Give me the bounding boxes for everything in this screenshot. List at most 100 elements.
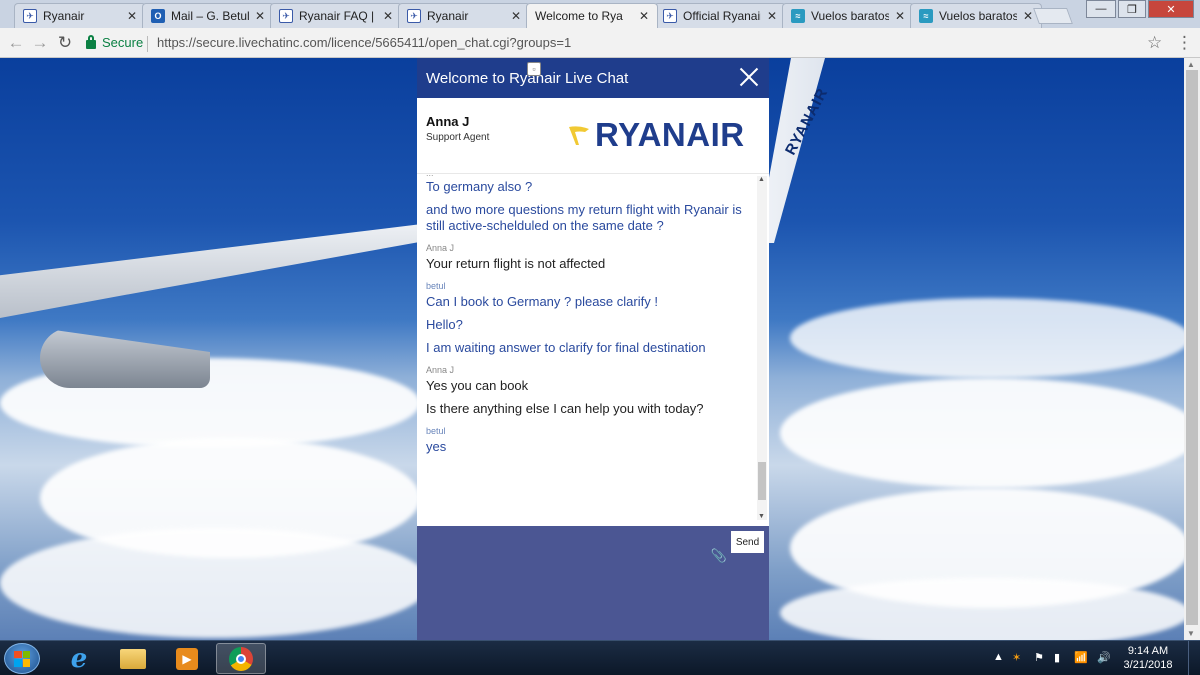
url-separator (147, 36, 148, 52)
bookmark-star-icon[interactable]: ☆ (1147, 33, 1162, 53)
back-arrow-icon[interactable]: ← (6, 33, 26, 53)
airplane-wing (0, 223, 430, 318)
scroll-down-arrow-icon[interactable]: ▼ (1187, 629, 1195, 638)
ryanair-icon: ✈ (23, 9, 37, 23)
message-author: betul (426, 426, 446, 436)
forward-arrow-icon[interactable]: → (30, 33, 50, 53)
page-scrollbar-thumb[interactable] (1186, 70, 1198, 625)
browser-tab[interactable]: ≈ Vuelos baratos ✕ (782, 3, 914, 28)
chat-scroll-down-icon[interactable]: ▼ (758, 513, 765, 520)
user-message: Can I book to Germany ? please clarify ! (426, 294, 658, 309)
tab-close-icon[interactable]: ✕ (381, 9, 395, 23)
action-center-flag-icon[interactable]: ⚑ (1034, 651, 1044, 664)
clock-date: 3/21/2018 (1123, 659, 1173, 671)
browser-tab[interactable]: ✈ Ryanair FAQ | Fr ✕ (270, 3, 402, 28)
chat-scroll-up-icon[interactable]: ▲ (758, 176, 765, 183)
vuelos-icon: ≈ (791, 9, 805, 23)
browser-tab[interactable]: O Mail – G. Betul A ✕ (142, 3, 274, 28)
lock-icon (86, 35, 96, 49)
secure-label: Secure (102, 35, 144, 50)
user-message: Hello? (426, 317, 463, 332)
message-input[interactable]: Send 📎 (417, 526, 769, 640)
tab-close-icon[interactable]: ✕ (893, 9, 907, 23)
signal-strength-icon[interactable]: 📶 (1074, 651, 1088, 664)
tab-label: Ryanair (427, 9, 469, 23)
user-message: To germany also ? (426, 179, 533, 194)
windows-logo-icon (14, 650, 30, 667)
ryanair-icon: ✈ (663, 9, 677, 23)
tab-label: Welcome to Rya (535, 9, 623, 23)
send-button[interactable]: Send (731, 531, 764, 553)
reload-icon[interactable]: ↻ (55, 33, 75, 53)
file-explorer-icon[interactable] (108, 643, 158, 674)
clock-time: 9:14 AM (1127, 645, 1169, 657)
address-bar[interactable]: https://secure.livechatinc.com/licence/5… (157, 35, 571, 50)
ryanair-icon: ✈ (279, 9, 293, 23)
tab-close-icon[interactable]: ✕ (125, 9, 139, 23)
tab-label: Ryanair FAQ | Fr (299, 9, 377, 23)
new-tab-button[interactable] (1033, 8, 1073, 24)
browser-tab[interactable]: ✈ Official Ryanair ✕ (654, 3, 786, 28)
scroll-up-arrow-icon[interactable]: ▲ (1187, 60, 1195, 69)
message-author: betul (426, 281, 446, 291)
system-clock[interactable]: 9:14 AM 3/21/2018 (1118, 644, 1178, 672)
chat-scrollbar-thumb[interactable] (758, 462, 766, 500)
window-close-button[interactable]: ✕ (1148, 0, 1194, 18)
vuelos-icon: ≈ (919, 9, 933, 23)
agent-message: Your return flight is not affected (426, 256, 606, 271)
tab-label: Official Ryanair (683, 9, 761, 23)
tab-label: Mail – G. Betul A (171, 9, 249, 23)
agent-message: Yes you can book (426, 378, 529, 393)
message-history[interactable]: ... To germany also ?and two more questi… (417, 174, 769, 526)
agent-role: Support Agent (426, 132, 490, 143)
tab-close-icon[interactable]: ✕ (253, 9, 267, 23)
user-message: yes (426, 439, 447, 454)
browser-tab[interactable]: ✈ Ryanair ✕ (14, 3, 146, 28)
browser-toolbar: ← → ↻ Secure https://secure.livechatinc.… (0, 28, 1200, 58)
message-author: Anna J (426, 365, 455, 375)
live-chat-window: Welcome to Ryanair Live Chat Anna J Supp… (417, 58, 769, 640)
logo-wordmark: RYANAIR (595, 116, 745, 153)
browser-menu-icon[interactable]: ⋮ (1176, 33, 1193, 53)
message-author: Anna J (426, 243, 455, 253)
agent-info: Anna J Support Agent RYANAIR (417, 98, 769, 174)
page-scrollbar[interactable]: ▲ ▼ (1184, 58, 1200, 640)
tab-close-icon[interactable]: ✕ (637, 9, 651, 23)
ryanair-icon: ✈ (407, 9, 421, 23)
tab-label: Ryanair (43, 9, 85, 23)
close-chat-icon[interactable] (739, 67, 759, 87)
tab-label: Vuelos baratos (939, 9, 1017, 23)
browser-tab[interactable]: ≈ Vuelos baratos ✕ (910, 3, 1042, 28)
start-button[interactable] (4, 643, 40, 674)
show-hidden-icons-icon[interactable]: ▲ (993, 651, 1004, 663)
tab-strip: ✈ Ryanair ✕ O Mail – G. Betul A ✕ ✈ Ryanair FAQ… (0, 0, 1200, 76)
chrome-icon[interactable] (216, 643, 266, 674)
internet-explorer-icon[interactable]: e (54, 643, 104, 674)
volume-icon[interactable]: 🔊 (1097, 651, 1111, 664)
user-message: I am waiting answer to clarify for final… (426, 340, 706, 355)
show-desktop-button[interactable] (1188, 641, 1200, 675)
attachment-clip-icon[interactable]: 📎 (711, 548, 727, 564)
airplane-engine (40, 328, 210, 388)
tab-close-icon[interactable]: ✕ (1021, 9, 1035, 23)
tab-close-icon[interactable]: ✕ (765, 9, 779, 23)
outlook-icon: O (151, 9, 165, 23)
page-icon: ▫ (527, 62, 541, 76)
tray-app-icon[interactable]: ✶ (1012, 651, 1021, 664)
media-player-icon[interactable]: ▶ (162, 643, 212, 674)
browser-tab[interactable]: ▫ Welcome to Rya ✕ (526, 3, 658, 76)
user-message: and two more questions my return flight … (426, 202, 742, 233)
agent-message: Is there anything else I can help you wi… (426, 401, 704, 416)
security-indicator[interactable]: Secure (86, 35, 143, 50)
taskbar: e ▶ ▲ ✶ ⚑ ▮ 📶 🔊 9:14 AM 3/21/2018 (0, 640, 1200, 675)
restore-button[interactable]: ❐ (1118, 0, 1146, 18)
chat-scrollbar[interactable]: ▲ ▼ (757, 176, 767, 520)
agent-name: Anna J (426, 114, 470, 129)
tray-network-device-icon[interactable]: ▮ (1054, 651, 1060, 664)
chat-header: Welcome to Ryanair Live Chat (417, 58, 769, 98)
minimize-button[interactable]: — (1086, 0, 1116, 18)
harp-icon (569, 125, 589, 145)
browser-tab[interactable]: ✈ Ryanair ✕ (398, 3, 530, 28)
tab-label: Vuelos baratos (811, 9, 889, 23)
tab-close-icon[interactable]: ✕ (509, 9, 523, 23)
